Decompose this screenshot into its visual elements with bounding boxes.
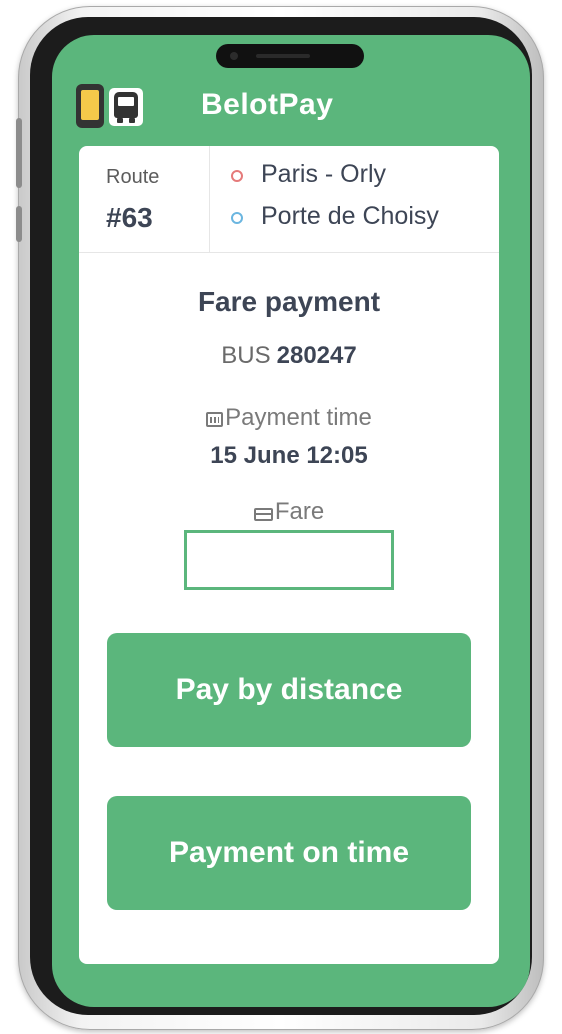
bus-icon [109,88,143,126]
origin-stop-name: Paris - Orly [261,160,386,188]
app-title: BelotPay [201,88,334,121]
destination-stop-name: Porte de Choisy [261,202,439,230]
bus-number: 280247 [276,342,357,369]
phone-icon [76,84,104,128]
phone-notch [216,44,364,68]
origin-marker-icon [231,170,243,182]
route-label: Route [106,166,160,188]
payment-time-label: Payment time [225,404,372,431]
speaker-grille [256,54,310,58]
calendar-icon [206,412,224,427]
route-info: Route #63 Paris - Orly Porte de Choisy [79,146,499,253]
side-button-mute [16,118,22,188]
side-button-volume [16,206,22,242]
payment-on-time-button[interactable]: Payment on time [107,796,471,910]
fare-label: Fare [274,498,325,525]
fare-payment-title: Fare payment [197,286,381,317]
destination-marker-icon [231,212,243,224]
app-header: BelotPay [76,84,500,132]
pay-by-distance-button[interactable]: Pay by distance [107,633,471,747]
payment-time-value: 15 June 12:05 [210,442,368,469]
payment-time-label-row: Payment time [79,404,499,432]
route-number: #63 [106,202,153,233]
bus-label: BUS [221,342,271,369]
route-number-cell: Route #63 [79,146,210,252]
payment-card: Route #63 Paris - Orly Porte de Choisy F… [79,146,499,964]
fare-label-row: Fare [79,498,499,526]
front-camera-icon [230,52,238,60]
card-icon [253,508,273,521]
fare-input[interactable] [184,530,394,590]
bus-info: BUS 280247 [79,342,499,370]
